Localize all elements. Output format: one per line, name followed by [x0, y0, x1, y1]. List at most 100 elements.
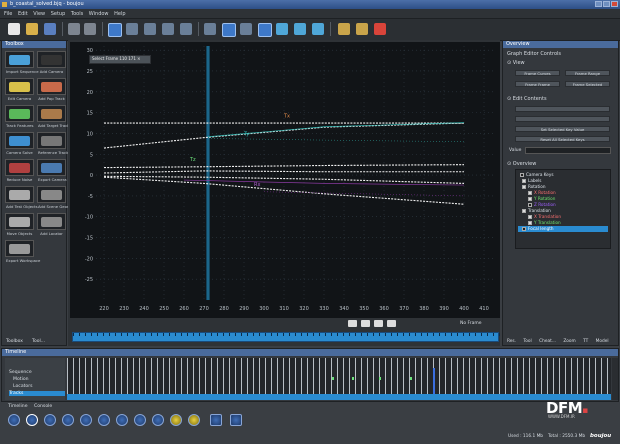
play-reverse-icon[interactable]: [44, 414, 56, 426]
record-icon[interactable]: [134, 414, 146, 426]
tree-checkbox[interactable]: [522, 185, 526, 189]
minimize-button[interactable]: [595, 1, 602, 7]
tool-track-features[interactable]: Track Features: [5, 105, 34, 128]
render-icon[interactable]: [312, 23, 324, 35]
tool-add-locator[interactable]: Add Locator: [37, 213, 66, 236]
network-icon[interactable]: [294, 23, 306, 35]
edit-contents-button-2[interactable]: [515, 116, 610, 122]
toolbox-tab[interactable]: Toolbox: [6, 339, 23, 344]
tool-import-sequence[interactable]: Import Sequence: [5, 51, 39, 74]
auto-key-icon[interactable]: [188, 414, 200, 426]
tree-checkbox[interactable]: [528, 221, 532, 225]
res-tool-tab[interactable]: Res. Tool: [507, 339, 532, 344]
graph-play-button[interactable]: [361, 320, 370, 327]
tree-checkbox[interactable]: [522, 209, 526, 213]
tree-checkbox[interactable]: [528, 197, 532, 201]
globe-icon[interactable]: [276, 23, 288, 35]
maximize-button[interactable]: [603, 1, 610, 7]
menu-tools[interactable]: Tools: [71, 11, 83, 17]
frame-editor-icon[interactable]: [258, 23, 272, 37]
zoom-tab[interactable]: Zoom: [563, 339, 575, 344]
menu-help[interactable]: Help: [114, 11, 125, 17]
edit-contents-button-1[interactable]: [515, 106, 610, 112]
tree-checkbox[interactable]: [520, 173, 524, 177]
open-folder-icon[interactable]: [26, 23, 38, 35]
frame-selected-button[interactable]: Frame Selected: [565, 81, 610, 87]
timeline-track-area[interactable]: [67, 358, 611, 400]
graph-loop-button[interactable]: [387, 320, 396, 327]
close-button[interactable]: [611, 1, 618, 7]
cheat-tab[interactable]: Cheat...: [539, 339, 556, 344]
step-back-icon[interactable]: [26, 414, 38, 426]
tree-item[interactable]: Focal length: [518, 226, 608, 232]
step-forward-icon[interactable]: [98, 414, 110, 426]
value-field[interactable]: [525, 147, 611, 154]
graph-canvas[interactable]: 30 25 20 15 10 5 0 -5 -10 -15 -20 -25 220 230 240 250 26…: [70, 42, 500, 318]
reset-all-selected-keys-button[interactable]: Reset All Selected Keys: [515, 136, 610, 142]
frame-frame-button[interactable]: Frame Frame: [515, 81, 560, 87]
undo-icon[interactable]: [68, 23, 80, 35]
new-file-icon[interactable]: [8, 23, 20, 35]
timeline-scrollbar[interactable]: [612, 358, 618, 400]
key-editor-icon[interactable]: [240, 23, 252, 35]
menu-file[interactable]: File: [4, 11, 12, 17]
tool-reduce-noise[interactable]: Reduce Noise: [5, 159, 34, 182]
tool-move-objects[interactable]: Move Objects: [5, 213, 34, 236]
tool-export-workspace[interactable]: Export Workspace: [5, 240, 40, 263]
go-to-end-icon[interactable]: [116, 414, 128, 426]
console-tab[interactable]: Console: [34, 404, 52, 409]
frame-curves-button[interactable]: Frame Curves: [515, 70, 560, 76]
play-icon[interactable]: [80, 414, 92, 426]
model-tab[interactable]: Model: [596, 339, 609, 344]
tool-edit-camera[interactable]: Edit Camera: [5, 78, 34, 101]
timeline-row-locators[interactable]: Locators: [13, 384, 33, 389]
frame-range-button[interactable]: Frame Range: [565, 70, 610, 76]
timeline-row-sequence[interactable]: Sequence: [9, 370, 32, 375]
set-selected-key-value-button[interactable]: Set Selected Key Value: [515, 126, 610, 132]
tool-add-pop-track[interactable]: Add Pop Track: [37, 78, 66, 101]
tool-add-camera[interactable]: Add Camera: [37, 51, 66, 74]
tools-icon[interactable]: [338, 23, 350, 35]
tool-add-scene-geometry[interactable]: Add Scene Geometry: [37, 186, 78, 209]
overview-tree[interactable]: Camera Keys Labels Rotation X Rotation Y Rot…: [515, 169, 611, 249]
tool-add-target-track[interactable]: Add Target Track: [37, 105, 69, 128]
tt-tab[interactable]: TT: [583, 339, 588, 344]
graph-view-icon[interactable]: [126, 23, 138, 35]
settings-icon[interactable]: [356, 23, 368, 35]
go-to-start-icon[interactable]: [8, 414, 20, 426]
timeline-frame-bar[interactable]: [67, 394, 611, 400]
key-icon[interactable]: [170, 414, 182, 426]
save-icon[interactable]: [44, 23, 56, 35]
graph-svg[interactable]: 30 25 20 15 10 5 0 -5 -10 -15 -20 -25 220 230 240 250 26…: [70, 42, 500, 318]
menu-edit[interactable]: Edit: [18, 11, 28, 17]
tree-checkbox[interactable]: [522, 227, 526, 231]
tool-export-camera[interactable]: Export Camera: [37, 159, 67, 182]
timeline-row-motion[interactable]: Motion: [13, 377, 29, 382]
redo-icon[interactable]: [84, 23, 96, 35]
graph-editor-icon[interactable]: [222, 23, 236, 37]
graph-frame-scrubber[interactable]: [72, 332, 500, 342]
loop-icon[interactable]: [152, 414, 164, 426]
tree-checkbox[interactable]: [528, 203, 532, 207]
timeline-row-tracks[interactable]: Tracks: [9, 391, 65, 396]
timeline-tab[interactable]: Timeline: [8, 404, 28, 409]
timeline-current-frame[interactable]: [433, 368, 435, 394]
zoom-icon[interactable]: [204, 23, 216, 35]
scene-view-icon[interactable]: [180, 23, 192, 35]
tool-add-test-objects[interactable]: Add Test Objects: [5, 186, 38, 209]
tree-checkbox[interactable]: [528, 191, 532, 195]
refresh-icon[interactable]: [230, 414, 242, 426]
tool-tab[interactable]: Tool...: [32, 339, 45, 344]
menu-view[interactable]: View: [33, 11, 45, 17]
graph-step-button[interactable]: [374, 320, 383, 327]
help-icon[interactable]: [374, 23, 386, 35]
tree-checkbox[interactable]: [522, 179, 526, 183]
graph-play-back-button[interactable]: [348, 320, 357, 327]
viewport-layout-icon[interactable]: [108, 23, 122, 37]
tool-reference-tracks[interactable]: Reference Tracks: [37, 132, 70, 155]
menu-setup[interactable]: Setup: [51, 11, 66, 17]
tree-checkbox[interactable]: [528, 215, 532, 219]
stop-icon[interactable]: [62, 414, 74, 426]
tool-camera-solve[interactable]: Camera Solve: [5, 132, 34, 155]
camera-view-icon[interactable]: [162, 23, 174, 35]
